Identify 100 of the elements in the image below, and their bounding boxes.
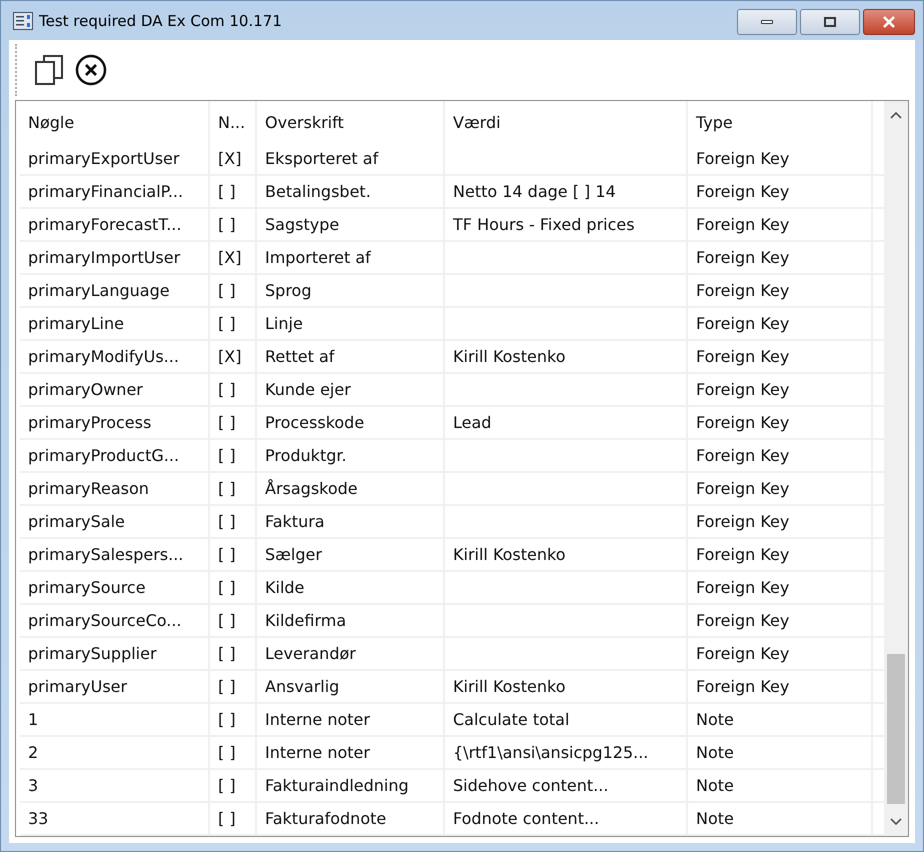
table-cell: Foreign Key (688, 506, 873, 537)
table-cell: primaryModifyUs... (20, 341, 210, 372)
maximize-icon (824, 17, 836, 27)
table-cell: Foreign Key (688, 242, 873, 273)
table-cell: primarySalespers... (20, 539, 210, 570)
table-cell: Note (688, 770, 873, 801)
app-icon (13, 12, 33, 30)
table-cell: primaryProcess (20, 407, 210, 438)
table-cell: Foreign Key (688, 341, 873, 372)
table-cell: Produktgr. (257, 440, 445, 471)
table-cell: [ ] (210, 638, 257, 669)
table-cell: Årsagskode (257, 473, 445, 504)
table-cell: [ ] (210, 770, 257, 801)
table-cell: Processkode (257, 407, 445, 438)
table-cell: primarySourceCo... (20, 605, 210, 636)
table-cell: primaryReason (20, 473, 210, 504)
copy-icon (32, 53, 66, 87)
table-cell: Rettet af (257, 341, 445, 372)
table-cell: [ ] (210, 374, 257, 405)
scroll-thumb[interactable] (887, 654, 905, 804)
table-cell: 2 (20, 737, 210, 768)
table-cell: [ ] (210, 308, 257, 339)
scroll-down-icon[interactable] (890, 818, 902, 826)
table-cell: primaryForecastT... (20, 209, 210, 240)
table-cell: Foreign Key (688, 539, 873, 570)
table-cell: [ ] (210, 671, 257, 702)
table-cell: Note (688, 704, 873, 735)
table-cell: Sprog (257, 275, 445, 306)
table-cell: Foreign Key (688, 374, 873, 405)
table-cell: Foreign Key (688, 473, 873, 504)
table-cell: [ ] (210, 803, 257, 834)
table-cell: Calculate total (445, 704, 688, 735)
table-cell: {\rtf1\ansi\ansicpg125... (445, 737, 688, 768)
table-cell: [ ] (210, 506, 257, 537)
table-cell: TF Hours - Fixed prices (445, 209, 688, 240)
table-cell: Fakturaindledning (257, 770, 445, 801)
table-cell: [ ] (210, 407, 257, 438)
close-icon (882, 16, 896, 28)
table-cell: [ ] (210, 176, 257, 207)
table-cell: Fodnote content... (445, 803, 688, 834)
table-cell: Foreign Key (688, 605, 873, 636)
table-cell: Interne noter (257, 737, 445, 768)
table-cell: [ ] (210, 473, 257, 504)
table-cell: Leverandør (257, 638, 445, 669)
table-cell: Interne noter (257, 704, 445, 735)
table-cell: [ ] (210, 209, 257, 240)
table-cell: [X] (210, 341, 257, 372)
table-cell: 33 (20, 803, 210, 834)
table-cell: Betalingsbet. (257, 176, 445, 207)
table-cell: primarySupplier (20, 638, 210, 669)
table-cell: primaryFinancialP... (20, 176, 210, 207)
table-cell: Fakturafodnote (257, 803, 445, 834)
table-cell: [ ] (210, 539, 257, 570)
table-cell: [ ] (210, 440, 257, 471)
table-cell: primarySource (20, 572, 210, 603)
table-cell: Sagstype (257, 209, 445, 240)
table-cell: Foreign Key (688, 440, 873, 471)
minimize-icon (761, 20, 773, 24)
table-cell: Sidehove content... (445, 770, 688, 801)
table-cell: 1 (20, 704, 210, 735)
table-cell: [ ] (210, 572, 257, 603)
scrollbar[interactable] (884, 101, 908, 836)
table-cell: primaryUser (20, 671, 210, 702)
table-cell: Foreign Key (688, 143, 873, 174)
table-cell: primaryLine (20, 308, 210, 339)
table-cell: primaryImportUser (20, 242, 210, 273)
table-cell: Netto 14 dage [ ] 14 (445, 176, 688, 207)
table-cell: Foreign Key (688, 176, 873, 207)
table-cell: Linje (257, 308, 445, 339)
window-title: Test required DA Ex Com 10.171 (39, 12, 282, 30)
table-cell: Sælger (257, 539, 445, 570)
cancel-icon (74, 53, 108, 87)
table-cell: primarySale (20, 506, 210, 537)
table-cell: Ansvarlig (257, 671, 445, 702)
table-cell: [ ] (210, 737, 257, 768)
cancel-button[interactable] (73, 52, 109, 88)
table-cell: Foreign Key (688, 209, 873, 240)
table-cell: Kirill Kostenko (445, 341, 688, 372)
table-cell: Foreign Key (688, 671, 873, 702)
table-cell: Kildefirma (257, 605, 445, 636)
table-cell: Foreign Key (688, 572, 873, 603)
table-cell: Kirill Kostenko (445, 539, 688, 570)
table-cell: Foreign Key (688, 638, 873, 669)
maximize-button[interactable] (800, 9, 860, 35)
table-cell: [X] (210, 143, 257, 174)
table-cell: Kilde (257, 572, 445, 603)
table-cell: primaryOwner (20, 374, 210, 405)
table-cell: Note (688, 737, 873, 768)
table-cell: [ ] (210, 704, 257, 735)
table-cell: Note (688, 803, 873, 834)
table-cell: Eksporteret af (257, 143, 445, 174)
scroll-up-icon[interactable] (890, 111, 902, 119)
table-cell: Kirill Kostenko (445, 671, 688, 702)
table-cell: 3 (20, 770, 210, 801)
table-cell: Kunde ejer (257, 374, 445, 405)
table-cell: Foreign Key (688, 407, 873, 438)
table-cell: Importeret af (257, 242, 445, 273)
table-cell: primaryProductG... (20, 440, 210, 471)
close-button[interactable] (863, 9, 915, 35)
table-cell: Foreign Key (688, 308, 873, 339)
